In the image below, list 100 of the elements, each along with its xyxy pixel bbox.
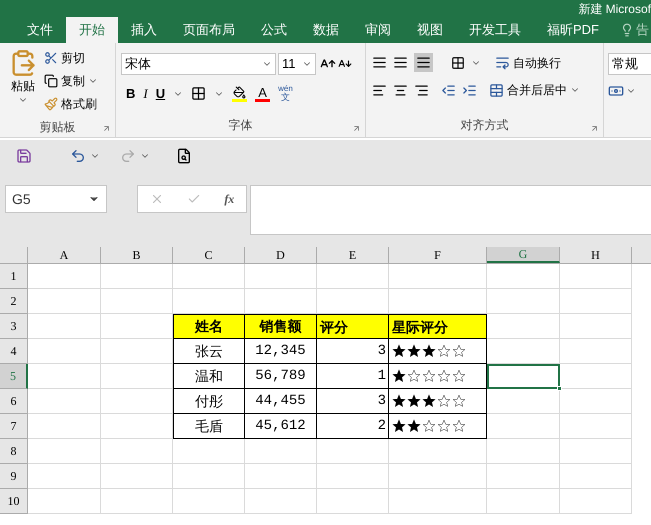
undo-icon[interactable]: [70, 148, 86, 164]
align-left-icon[interactable]: [372, 82, 387, 98]
number-format-field[interactable]: 常规: [608, 53, 651, 75]
column-header[interactable]: E: [317, 247, 389, 263]
empty-cell[interactable]: [487, 414, 560, 439]
formula-field[interactable]: [250, 185, 651, 235]
phonetic-button[interactable]: wén 文: [278, 85, 293, 102]
column-header[interactable]: A: [28, 247, 101, 263]
empty-cell[interactable]: [101, 464, 173, 489]
empty-cell[interactable]: [560, 339, 632, 364]
save-icon[interactable]: [16, 148, 32, 164]
empty-cell[interactable]: [101, 364, 173, 389]
empty-cell[interactable]: [101, 414, 173, 439]
row-header[interactable]: 9: [0, 464, 28, 489]
empty-cell[interactable]: [560, 414, 632, 439]
name-box[interactable]: G5: [5, 185, 107, 213]
bold-button[interactable]: B: [126, 84, 136, 104]
ribbon-tab[interactable]: 数据: [300, 17, 352, 43]
empty-cell[interactable]: [173, 464, 245, 489]
empty-cell[interactable]: [245, 439, 317, 464]
empty-cell[interactable]: [560, 314, 632, 339]
empty-cell[interactable]: [389, 489, 487, 514]
row-header[interactable]: 5: [0, 364, 28, 389]
fill-color-button[interactable]: [232, 86, 248, 102]
wrap-text-button[interactable]: 自动换行: [495, 54, 561, 72]
dialog-launcher-icon[interactable]: [590, 124, 599, 133]
empty-cell[interactable]: [101, 439, 173, 464]
row-header[interactable]: 2: [0, 289, 28, 314]
copy-button[interactable]: 复制: [44, 72, 98, 90]
ribbon-tab[interactable]: 审阅: [352, 17, 404, 43]
empty-cell[interactable]: [560, 439, 632, 464]
empty-cell[interactable]: [487, 439, 560, 464]
row-header[interactable]: 10: [0, 489, 28, 514]
column-header[interactable]: C: [173, 247, 245, 263]
ribbon-tab[interactable]: 文件: [14, 17, 66, 43]
empty-cell[interactable]: [173, 489, 245, 514]
selected-cell[interactable]: [487, 364, 560, 389]
ribbon-tab[interactable]: 插入: [118, 17, 170, 43]
empty-cell[interactable]: [245, 489, 317, 514]
row-header[interactable]: 6: [0, 389, 28, 414]
empty-cell[interactable]: [487, 339, 560, 364]
align-center-icon[interactable]: [393, 82, 408, 98]
print-preview-icon[interactable]: [176, 148, 192, 164]
cut-button[interactable]: 剪切: [44, 49, 98, 67]
merge-center-button[interactable]: 合并后居中: [489, 81, 580, 99]
empty-cell[interactable]: [245, 264, 317, 289]
empty-cell[interactable]: [245, 464, 317, 489]
row-header[interactable]: 8: [0, 439, 28, 464]
column-header[interactable]: H: [560, 247, 632, 263]
ribbon-tab[interactable]: 页面布局: [170, 17, 248, 43]
column-header[interactable]: D: [245, 247, 317, 263]
empty-cell[interactable]: [560, 489, 632, 514]
decrease-indent-icon[interactable]: [441, 82, 456, 98]
font-size-field[interactable]: 11: [278, 53, 316, 75]
empty-cell[interactable]: [560, 389, 632, 414]
empty-cell[interactable]: [487, 489, 560, 514]
align-top-icon[interactable]: [372, 55, 387, 70]
lightbulb-icon[interactable]: [620, 23, 634, 37]
format-painter-button[interactable]: 格式刷: [44, 95, 98, 113]
empty-cell[interactable]: [173, 264, 245, 289]
font-name-field[interactable]: 宋体: [121, 53, 276, 75]
row-header[interactable]: 1: [0, 264, 28, 289]
paste-button[interactable]: 粘贴: [8, 49, 38, 117]
empty-cell[interactable]: [487, 264, 560, 289]
empty-cell[interactable]: [101, 489, 173, 514]
empty-cell[interactable]: [560, 289, 632, 314]
empty-cell[interactable]: [317, 439, 389, 464]
fill-handle[interactable]: [557, 386, 562, 391]
increase-indent-icon[interactable]: [462, 82, 477, 98]
dialog-launcher-icon[interactable]: [102, 124, 111, 133]
empty-cell[interactable]: [101, 289, 173, 314]
dialog-launcher-icon[interactable]: [352, 124, 361, 133]
empty-cell[interactable]: [173, 439, 245, 464]
row-header[interactable]: 4: [0, 339, 28, 364]
empty-cell[interactable]: [389, 264, 487, 289]
underline-button[interactable]: U: [156, 84, 166, 104]
empty-cell[interactable]: [560, 364, 632, 389]
empty-cell[interactable]: [317, 489, 389, 514]
ribbon-tab[interactable]: 福昕PDF: [534, 17, 612, 43]
ribbon-tab[interactable]: 开发工具: [456, 17, 534, 43]
align-bottom-button[interactable]: [414, 53, 433, 72]
align-right-icon[interactable]: [414, 82, 429, 98]
align-middle-icon[interactable]: [393, 55, 408, 70]
ribbon-tab[interactable]: 视图: [404, 17, 456, 43]
column-header[interactable]: B: [101, 247, 173, 263]
ribbon-tab[interactable]: 公式: [248, 17, 300, 43]
empty-cell[interactable]: [487, 289, 560, 314]
borders-icon[interactable]: [191, 86, 206, 102]
empty-cell[interactable]: [487, 389, 560, 414]
empty-cell[interactable]: [389, 439, 487, 464]
empty-cell[interactable]: [101, 339, 173, 364]
empty-cell[interactable]: [560, 264, 632, 289]
empty-cell[interactable]: [101, 389, 173, 414]
row-header[interactable]: 3: [0, 314, 28, 339]
empty-cell[interactable]: [101, 264, 173, 289]
empty-cell[interactable]: [317, 464, 389, 489]
insert-function-button[interactable]: fx: [224, 190, 234, 208]
empty-cell[interactable]: [487, 464, 560, 489]
empty-cell[interactable]: [389, 464, 487, 489]
tell-me-label[interactable]: 告: [636, 20, 649, 40]
